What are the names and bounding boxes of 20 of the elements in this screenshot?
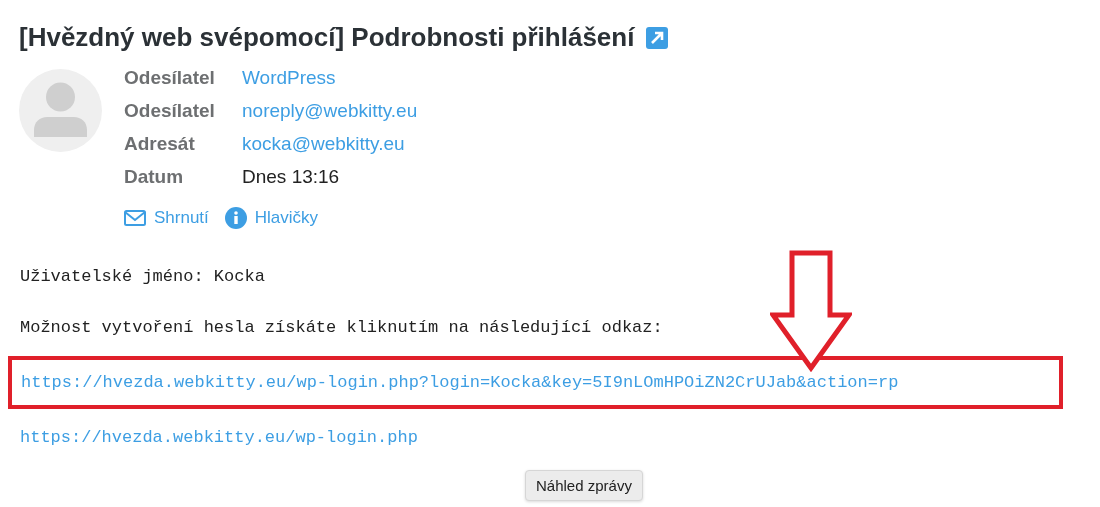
tooltip: Náhled zprávy [525,470,643,501]
summary-link[interactable]: Shrnutí [124,207,209,229]
header-link[interactable]: noreply@webkitty.eu [242,100,418,122]
body-text: Uživatelské jméno: Kocka [20,267,265,286]
external-link-icon[interactable] [646,26,669,49]
header-link[interactable]: WordPress [242,67,418,89]
email-subject: [Hvězdný web svépomocí] Podrobnosti přihlášení [19,22,635,53]
info-icon [224,207,247,229]
body-link[interactable]: https://hvezda.webkitty.eu/wp-login.php [20,428,418,447]
header-label: Odesílatel [124,67,216,89]
body-link[interactable]: https://hvezda.webkitty.eu/wp-login.php?login=Kocka&key=5I9nLOmHPOiZN2CrUJab&action=rp [21,373,899,392]
body-text: Možnost vytvoření hesla získáte kliknutím na následující odkaz: [20,318,663,337]
header-value: Dnes 13:16 [242,166,341,188]
headers-link[interactable]: Hlavičky [224,207,319,229]
header-label: Datum [124,166,185,188]
envelope-icon [124,210,146,226]
header-label: Odesílatel [124,100,216,122]
avatar-icon [19,69,102,152]
header-label: Adresát [124,133,196,155]
header-link[interactable]: kocka@webkitty.eu [242,133,418,155]
